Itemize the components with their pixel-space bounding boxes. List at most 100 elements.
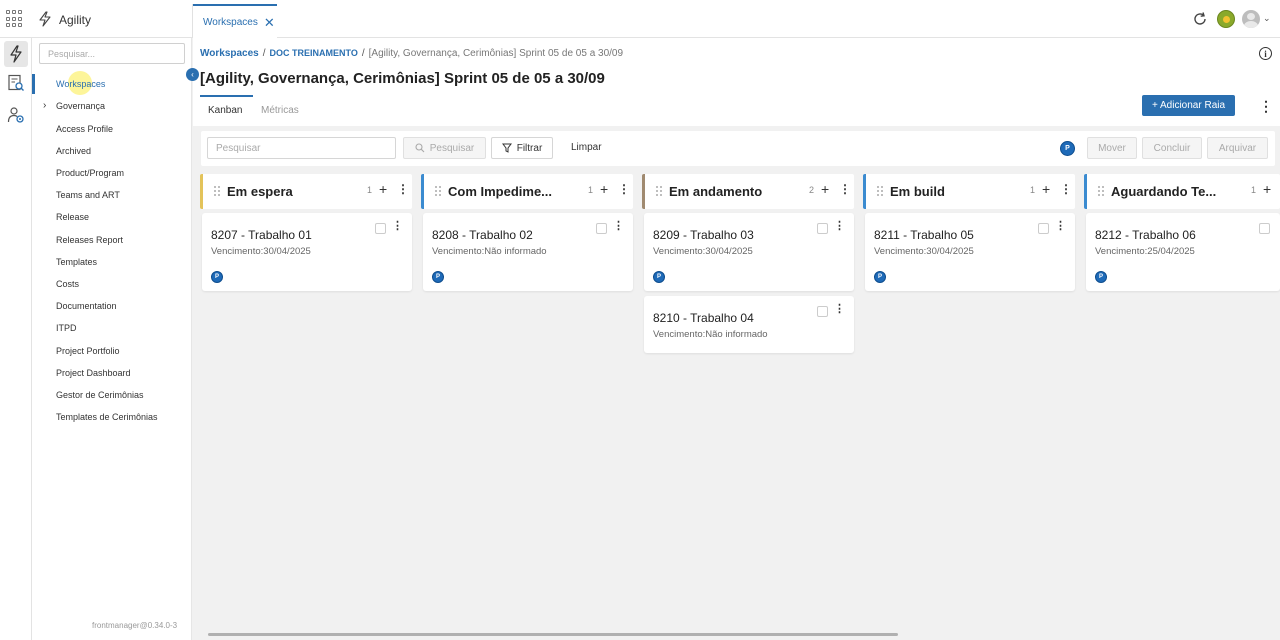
active-indicator (32, 74, 35, 94)
column-count: 1 (588, 185, 594, 195)
card-checkbox[interactable] (817, 223, 828, 234)
bolt-icon (10, 45, 22, 63)
assignee-badge: P (211, 271, 223, 283)
card-menu-icon[interactable]: ⋮ (834, 304, 845, 315)
card-menu-icon[interactable]: ⋮ (834, 221, 845, 232)
column-menu-icon[interactable]: ⋮ (839, 183, 851, 195)
column-count: 1 (1030, 185, 1036, 195)
drag-handle-icon[interactable] (214, 186, 220, 196)
sidebar-item-project-dashboard[interactable]: Project Dashboard (56, 368, 131, 378)
filter-button-label: Filtrar (516, 142, 543, 154)
kanban-search-input[interactable] (207, 137, 396, 159)
column-header[interactable]: Aguardando Te... 1 + (1084, 174, 1280, 209)
card-menu-icon[interactable]: ⋮ (613, 221, 624, 232)
rail-agility[interactable] (4, 41, 28, 67)
sidebar-item-release[interactable]: Release (56, 212, 89, 222)
add-card-icon[interactable]: + (1042, 181, 1050, 197)
add-card-icon[interactable]: + (821, 181, 829, 197)
column-menu-icon[interactable]: ⋮ (397, 183, 409, 195)
add-card-icon[interactable]: + (1263, 181, 1271, 197)
card-checkbox[interactable] (375, 223, 386, 234)
add-lane-button[interactable]: + Adicionar Raia (1142, 95, 1235, 116)
sidebar-item-teams-art[interactable]: Teams and ART (56, 190, 120, 200)
column-header[interactable]: Em andamento 2 + ⋮ (642, 174, 854, 209)
page-title: [Agility, Governança, Cerimônias] Sprint… (200, 70, 605, 87)
complete-button[interactable]: Concluir (1142, 137, 1202, 159)
card-checkbox[interactable] (1038, 223, 1049, 234)
card-checkbox[interactable] (1259, 223, 1270, 234)
user-avatar[interactable] (1242, 10, 1260, 28)
breadcrumb: Workspaces / DOC TREINAMENTO / [Agility, Gov… (200, 48, 623, 59)
column-menu-icon[interactable]: ⋮ (1060, 183, 1072, 195)
column-header[interactable]: Em build 1 + ⋮ (863, 174, 1075, 209)
sidebar-item-releases-report[interactable]: Releases Report (56, 235, 123, 245)
info-icon[interactable]: i (1259, 47, 1272, 60)
app-grid-icon[interactable] (6, 10, 24, 28)
rail-reports[interactable] (4, 70, 28, 96)
column-menu-icon[interactable]: ⋮ (618, 183, 630, 195)
sidebar-item-itpd[interactable]: ITPD (56, 323, 77, 333)
sidebar-item-archived[interactable]: Archived (56, 146, 91, 156)
page-header: Workspaces / DOC TREINAMENTO / [Agility, Gov… (193, 38, 1280, 126)
sidebar-item-project-portfolio[interactable]: Project Portfolio (56, 346, 120, 356)
card-checkbox[interactable] (596, 223, 607, 234)
drag-handle-icon[interactable] (1098, 186, 1104, 196)
card-due-date: Vencimento:Não informado (653, 329, 768, 340)
more-options-icon[interactable]: ⋮ (1259, 99, 1273, 113)
kanban-column: Com Impedime... 1 + ⋮ 8208 - Trabalho 02… (421, 174, 633, 291)
breadcrumb-workspace[interactable]: DOC TREINAMENTO (270, 48, 358, 58)
clear-button[interactable]: Limpar (571, 142, 602, 153)
kanban-card[interactable]: 8209 - Trabalho 03 Vencimento:30/04/2025… (644, 213, 854, 291)
sidebar-item-product-program[interactable]: Product/Program (56, 168, 124, 178)
column-count: 1 (367, 185, 373, 195)
add-card-icon[interactable]: + (600, 181, 608, 197)
refresh-icon[interactable] (1192, 11, 1208, 27)
card-menu-icon[interactable]: ⋮ (392, 221, 403, 232)
sidebar-item-governanca[interactable]: Governança (56, 101, 105, 111)
kanban-card[interactable]: 8212 - Trabalho 06 Vencimento:25/04/2025… (1086, 213, 1280, 291)
app-name: Agility (59, 13, 92, 27)
sidebar-item-workspaces[interactable]: Workspaces (56, 79, 105, 89)
user-gear-icon (7, 107, 24, 123)
tab-label: Workspaces (203, 16, 258, 28)
user-filter-badge[interactable]: P (1060, 141, 1075, 156)
sidebar-item-gestor-cerimonias[interactable]: Gestor de Cerimônias (56, 390, 144, 400)
bolt-icon (39, 11, 51, 27)
tab-workspaces[interactable]: Workspaces ✕ (193, 4, 277, 38)
language-flag-icon[interactable] (1217, 10, 1235, 28)
sidebar-item-templates[interactable]: Templates (56, 257, 97, 267)
search-button[interactable]: Pesquisar (403, 137, 486, 159)
kanban-card[interactable]: 8207 - Trabalho 01 Vencimento:30/04/2025… (202, 213, 412, 291)
tab-kanban[interactable]: Kanban (208, 105, 242, 116)
drag-handle-icon[interactable] (435, 186, 441, 196)
column-header[interactable]: Com Impedime... 1 + ⋮ (421, 174, 633, 209)
collapse-sidebar-button[interactable]: ‹ (186, 68, 199, 81)
column-count: 1 (1251, 185, 1257, 195)
sidebar-item-templates-cerimonias[interactable]: Templates de Cerimônias (56, 412, 158, 422)
kanban-card[interactable]: 8208 - Trabalho 02 Vencimento:Não inform… (423, 213, 633, 291)
add-card-icon[interactable]: + (379, 181, 387, 197)
kanban-card[interactable]: 8211 - Trabalho 05 Vencimento:30/04/2025… (865, 213, 1075, 291)
sidebar-item-costs[interactable]: Costs (56, 279, 79, 289)
sidebar-item-access-profile[interactable]: Access Profile (56, 124, 113, 134)
drag-handle-icon[interactable] (877, 186, 883, 196)
card-menu-icon[interactable]: ⋮ (1055, 221, 1066, 232)
assignee-badge: P (1095, 271, 1107, 283)
chevron-down-icon[interactable]: ⌄ (1263, 13, 1271, 24)
column-header[interactable]: Em espera 1 + ⋮ (200, 174, 412, 209)
tab-metricas[interactable]: Métricas (261, 105, 299, 116)
kanban-card[interactable]: 8210 - Trabalho 04 Vencimento:Não inform… (644, 296, 854, 353)
drag-handle-icon[interactable] (656, 186, 662, 196)
rail-settings[interactable] (4, 102, 28, 128)
card-checkbox[interactable] (817, 306, 828, 317)
breadcrumb-current: [Agility, Governança, Cerimônias] Sprint… (368, 48, 624, 59)
sidebar-search-input[interactable] (39, 43, 185, 64)
chevron-right-icon[interactable]: › (43, 100, 46, 111)
filter-button[interactable]: Filtrar (491, 137, 553, 159)
archive-button[interactable]: Arquivar (1207, 137, 1268, 159)
horizontal-scrollbar[interactable] (208, 633, 898, 636)
close-icon[interactable]: ✕ (264, 16, 275, 29)
move-button[interactable]: Mover (1087, 137, 1137, 159)
breadcrumb-workspaces[interactable]: Workspaces (200, 48, 259, 59)
sidebar-item-documentation[interactable]: Documentation (56, 301, 117, 311)
